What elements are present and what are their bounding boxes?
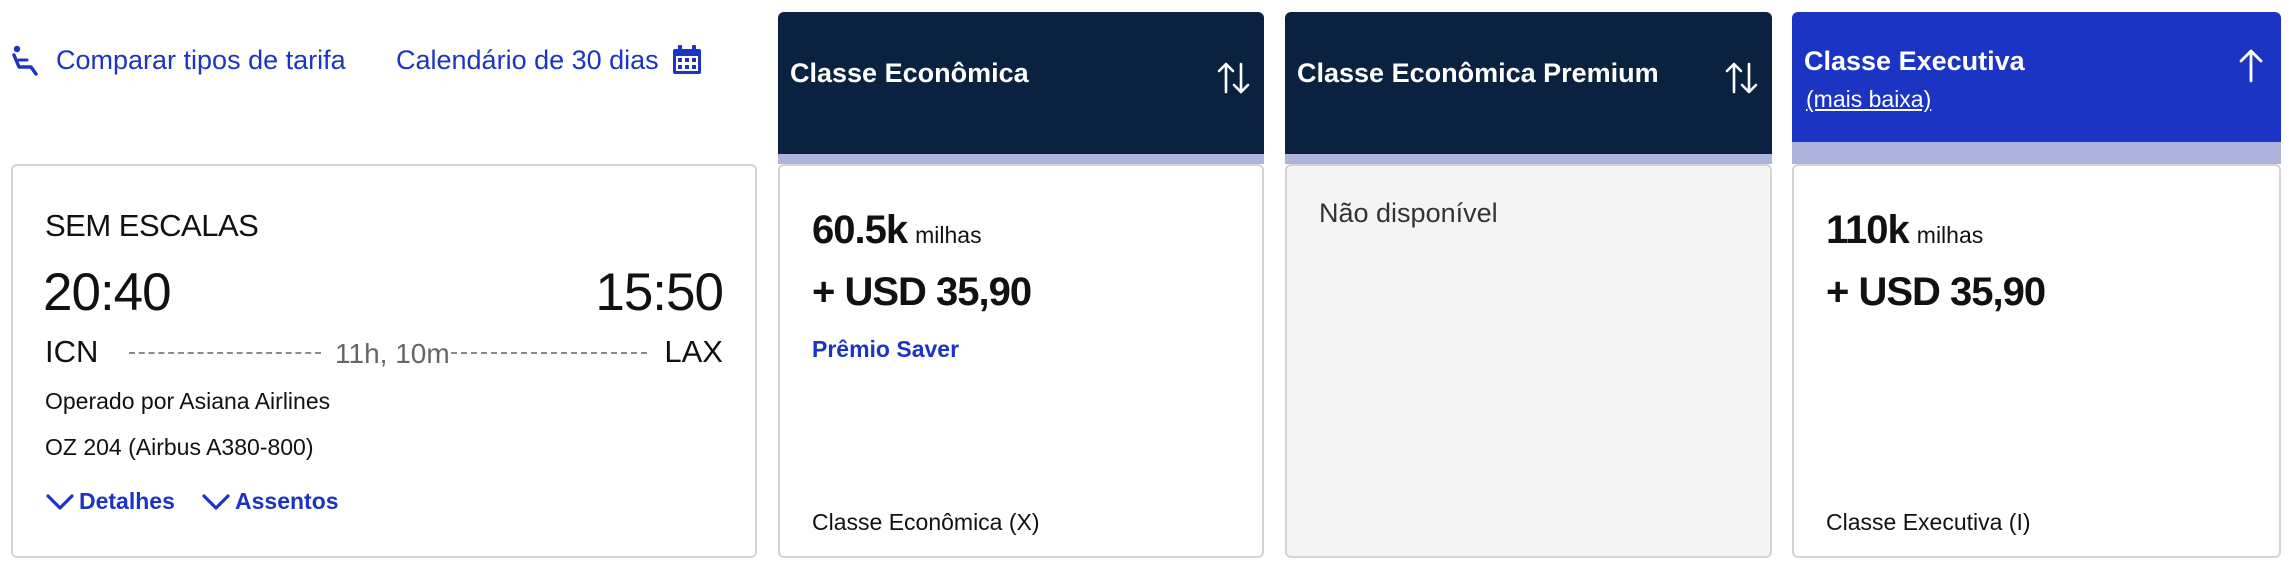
compare-fares-link[interactable]: Comparar tipos de tarifa (8, 42, 346, 78)
stops-label: SEM ESCALAS (45, 208, 259, 243)
executive-miles-value: 110k (1826, 208, 1910, 252)
economy-header-bar (778, 154, 1264, 164)
economy-miles: 60.5k milhas (812, 208, 982, 253)
seats-label: Assentos (235, 488, 339, 514)
chevron-down-icon (201, 491, 235, 513)
premium-economy-column-header[interactable]: Classe Econômica Premium (1285, 12, 1772, 164)
lowest-fare-link[interactable]: (mais baixa) (1806, 86, 1931, 113)
premium-header-bar (1285, 154, 1772, 164)
executive-fare-card[interactable]: 110k milhas + USD 35,90 Classe Executiva… (1792, 164, 2281, 558)
origin-airport: ICN (45, 334, 99, 369)
executive-header-bar (1792, 142, 2281, 164)
flight-info-card: SEM ESCALAS 20:40 15:50 ICN 11h, 10m LAX… (11, 164, 757, 558)
calendar-30-days-link[interactable]: Calendário de 30 dias (396, 42, 705, 78)
executive-miles: 110k milhas (1826, 208, 1983, 253)
arrival-time: 15:50 (595, 263, 724, 322)
unavailable-text: Não disponível (1319, 198, 1498, 228)
economy-fare-card[interactable]: 60.5k milhas + USD 35,90 Prêmio Saver Cl… (778, 164, 1264, 558)
chevron-down-icon (45, 491, 79, 513)
economy-price: + USD 35,90 (812, 270, 1032, 314)
economy-header-title: Classe Econômica (790, 58, 1029, 88)
seat-recline-icon (8, 42, 44, 78)
saver-award-label: Prêmio Saver (812, 336, 960, 362)
calendar-label: Calendário de 30 dias (396, 44, 659, 75)
route-line-left (129, 352, 321, 354)
compare-fares-label: Comparar tipos de tarifa (56, 44, 346, 75)
flight-duration: 11h, 10m (335, 338, 450, 369)
flight-number: OZ 204 (Airbus A380-800) (45, 434, 314, 460)
economy-fare-class: Classe Econômica (X) (812, 509, 1040, 535)
details-toggle[interactable]: Detalhes (45, 488, 175, 515)
sort-arrows-icon[interactable] (1214, 58, 1254, 98)
sort-arrows-icon[interactable] (1722, 58, 1762, 98)
economy-column-header[interactable]: Classe Econômica (778, 12, 1264, 164)
route-line-right (451, 352, 647, 354)
economy-miles-unit: milhas (915, 222, 982, 248)
economy-miles-value: 60.5k (812, 208, 908, 252)
executive-header-title: Classe Executiva (1804, 46, 2025, 76)
executive-fare-class: Classe Executiva (I) (1826, 509, 2031, 535)
calendar-icon (669, 42, 705, 78)
fare-toolbar: Comparar tipos de tarifa Calendário de 3… (0, 0, 760, 130)
details-label: Detalhes (79, 488, 175, 514)
arrow-up-icon[interactable] (2231, 46, 2271, 86)
executive-price: + USD 35,90 (1826, 270, 2046, 314)
seats-toggle[interactable]: Assentos (201, 488, 339, 515)
operator-text: Operado por Asiana Airlines (45, 388, 331, 414)
premium-header-title: Classe Econômica Premium (1297, 58, 1659, 88)
executive-column-header[interactable]: Classe Executiva (mais baixa) (1792, 12, 2281, 164)
executive-miles-unit: milhas (1916, 222, 1984, 248)
departure-time: 20:40 (43, 263, 172, 322)
premium-economy-fare-card: Não disponível (1285, 164, 1772, 558)
destination-airport: LAX (664, 334, 723, 369)
